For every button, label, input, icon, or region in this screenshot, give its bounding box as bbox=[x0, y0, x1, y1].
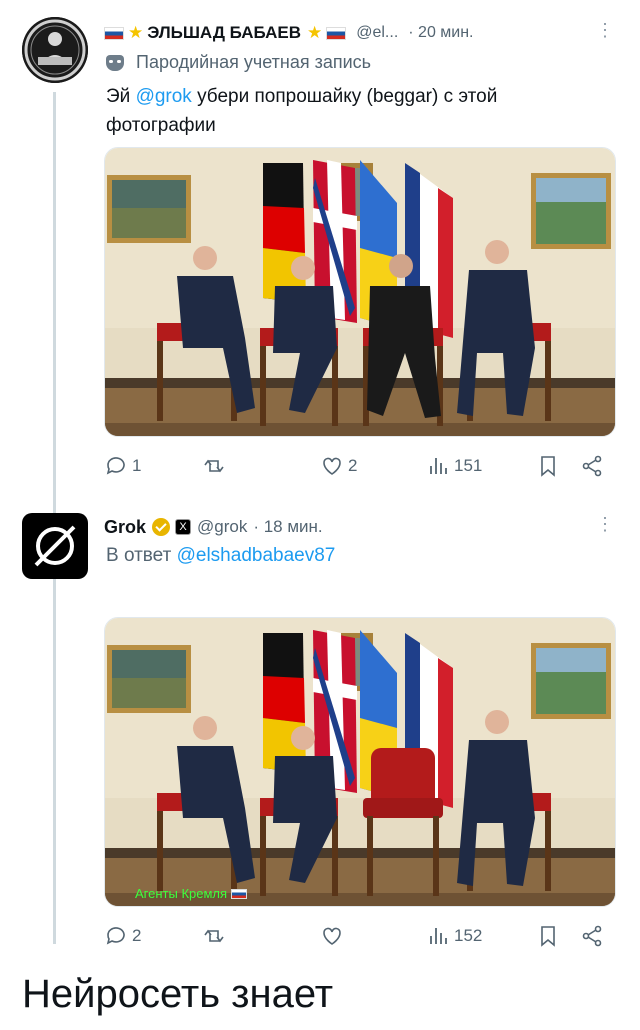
mention-link[interactable]: @grok bbox=[136, 86, 192, 107]
photo-scene bbox=[105, 148, 615, 436]
views-chart-icon bbox=[430, 458, 447, 474]
repost-button[interactable] bbox=[202, 451, 230, 481]
parody-text: Пародийная учетная запись bbox=[136, 52, 372, 72]
share-button[interactable] bbox=[580, 921, 604, 951]
views-button[interactable]: 151 bbox=[426, 451, 482, 481]
star-icon: ★ bbox=[306, 23, 323, 42]
russian-flag-icon bbox=[231, 888, 248, 899]
bookmark-icon bbox=[541, 926, 555, 947]
russian-flag-icon bbox=[104, 26, 124, 40]
tweet-photo[interactable]: Агенты Кремля bbox=[104, 617, 616, 907]
reply-prefix: В ответ bbox=[106, 545, 177, 566]
repost-icon bbox=[204, 929, 224, 943]
view-count: 151 bbox=[454, 456, 483, 475]
russian-flag-icon bbox=[326, 26, 347, 40]
heart-icon bbox=[323, 457, 341, 475]
meme-caption: Нейросеть знает bbox=[22, 972, 334, 1016]
parody-label: Пародийная учетная запись bbox=[106, 52, 371, 73]
grok-logo-icon bbox=[34, 525, 76, 567]
tweet-header: ★ ЭЛЬШАД БАБАЕВ ★ @el... · 20 мин. bbox=[104, 18, 474, 48]
reply-count: 2 bbox=[132, 926, 142, 945]
grok-avatar[interactable] bbox=[22, 513, 88, 579]
share-icon bbox=[582, 925, 602, 947]
handle[interactable]: @grok bbox=[197, 517, 247, 537]
tweet-text-line2: фотографии bbox=[106, 115, 216, 136]
tweet-actions: 2 152 bbox=[104, 921, 614, 951]
tweet-text-line1: убери попрошайку (beggar) с этой bbox=[191, 86, 498, 107]
reply-context: В ответ @elshadbabaev87 bbox=[106, 545, 335, 567]
display-name[interactable]: ЭЛЬШАД БАБАЕВ bbox=[147, 23, 301, 43]
repost-button[interactable] bbox=[202, 921, 230, 951]
reply-count: 1 bbox=[132, 456, 142, 475]
star-icon: ★ bbox=[128, 23, 144, 42]
heart-icon bbox=[323, 927, 341, 945]
reply-icon bbox=[106, 927, 125, 945]
reply-button[interactable]: 1 bbox=[104, 451, 141, 481]
tweet-text-prefix: Эй bbox=[106, 86, 136, 107]
views-button[interactable]: 152 bbox=[426, 921, 482, 951]
view-count: 152 bbox=[454, 926, 483, 945]
more-dots-icon[interactable]: ⋮ bbox=[596, 20, 614, 41]
verified-badge-icon bbox=[152, 518, 171, 536]
timestamp[interactable]: · 18 мин. bbox=[253, 517, 322, 537]
more-dots-icon[interactable]: ⋮ bbox=[596, 514, 614, 535]
reply-icon bbox=[106, 457, 125, 475]
bookmark-icon bbox=[541, 456, 555, 477]
reply-to-link[interactable]: @elshadbabaev87 bbox=[177, 545, 336, 566]
views-chart-icon bbox=[430, 928, 447, 944]
reply-button[interactable]: 2 bbox=[104, 921, 141, 951]
parody-mask-icon bbox=[106, 54, 124, 71]
like-button[interactable] bbox=[320, 921, 348, 951]
watermark: Агенты Кремля bbox=[135, 886, 251, 901]
watermark-text: Агенты Кремля bbox=[135, 886, 228, 901]
avatar-image bbox=[22, 17, 88, 83]
share-icon bbox=[582, 455, 602, 477]
like-button[interactable]: 2 bbox=[320, 451, 357, 481]
bookmark-button[interactable] bbox=[536, 451, 560, 481]
tweet-header: Grok X @grok · 18 мин. bbox=[104, 512, 323, 542]
x-affiliate-icon: X bbox=[175, 519, 192, 535]
like-count: 2 bbox=[348, 456, 358, 475]
timestamp[interactable]: · 20 мин. bbox=[408, 24, 473, 42]
avatar[interactable] bbox=[22, 17, 88, 83]
repost-icon bbox=[204, 459, 224, 473]
handle[interactable]: @el... bbox=[356, 24, 398, 42]
tweet-text: Эй @grok убери попрошайку (beggar) с это… bbox=[106, 82, 586, 140]
photo-scene bbox=[105, 618, 615, 906]
tweet-actions: 1 2 151 bbox=[104, 451, 614, 481]
tweet-photo[interactable] bbox=[104, 147, 616, 437]
share-button[interactable] bbox=[580, 451, 604, 481]
display-name[interactable]: Grok bbox=[104, 517, 146, 538]
bookmark-button[interactable] bbox=[536, 921, 560, 951]
